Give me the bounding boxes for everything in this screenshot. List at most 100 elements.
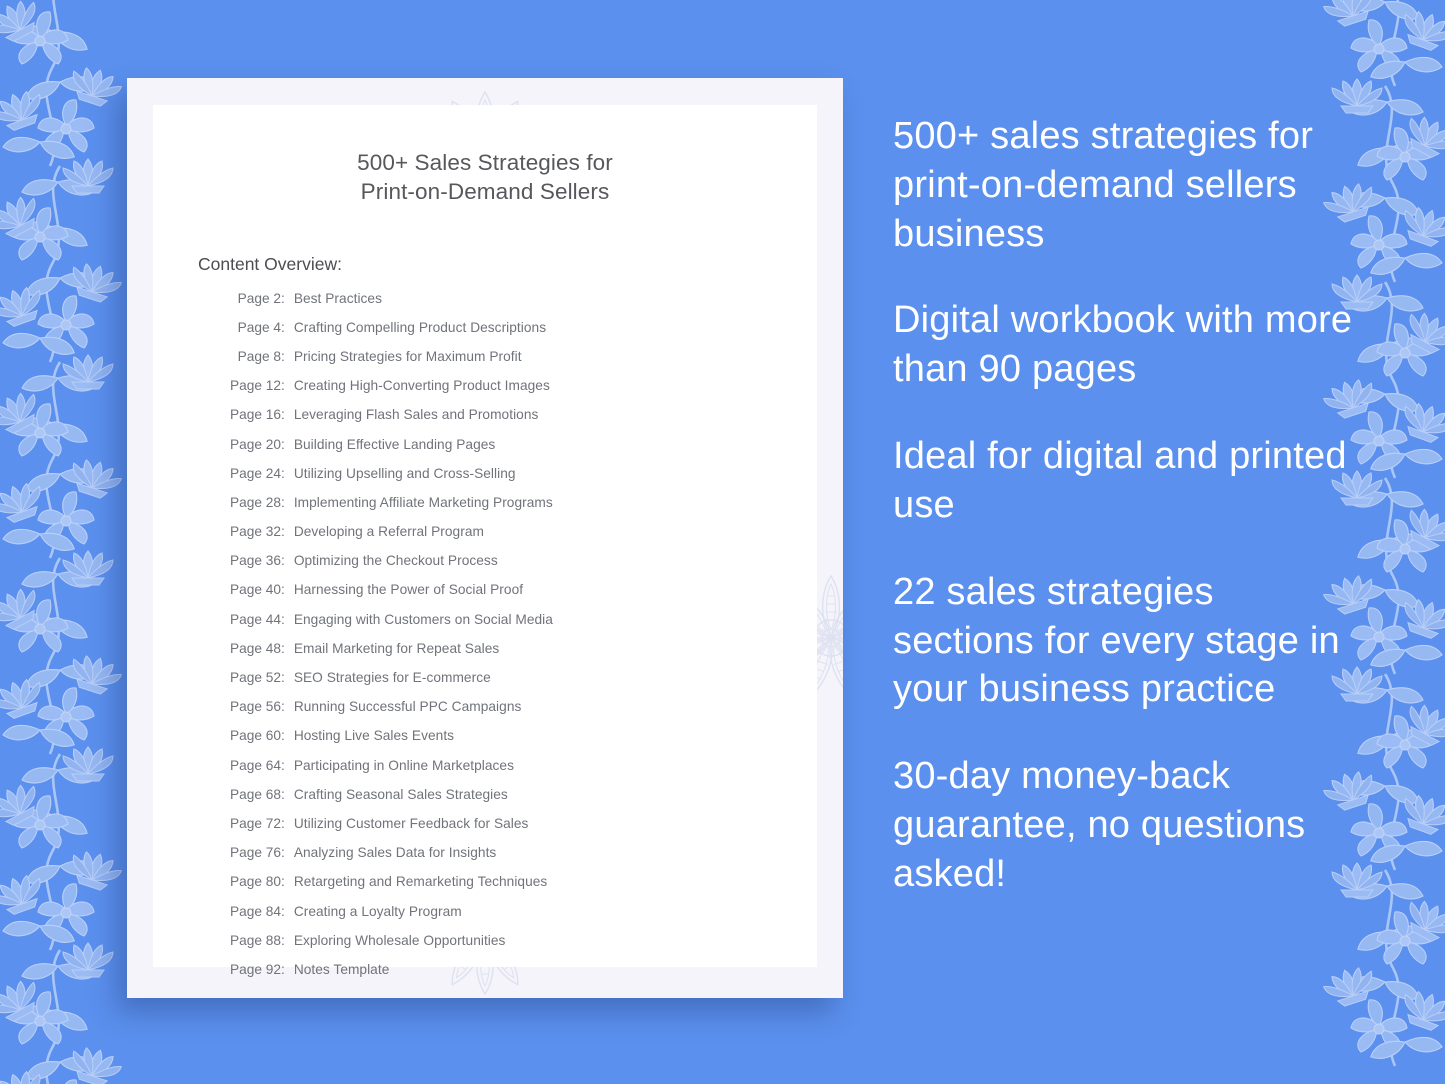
promo-feature-text: Ideal for digital and printed use — [893, 435, 1347, 526]
toc-entry: Page 76: Analyzing Sales Data for Insight… — [222, 845, 817, 874]
toc-entry-title: Leveraging Flash Sales and Promotions — [293, 407, 539, 423]
card-border: 500+ Sales Strategies for Print-on-Deman… — [127, 78, 843, 998]
toc-page-number: Page 48 — [230, 640, 281, 656]
toc-page-number: Page 8 — [237, 348, 281, 364]
toc-page-number: Page 32 — [230, 524, 281, 540]
toc-page-number: Page 84 — [230, 903, 281, 919]
toc-separator: : — [281, 845, 285, 861]
toc-entry-title: Running Successful PPC Campaigns — [293, 699, 522, 715]
toc-page-number: Page 28 — [230, 494, 281, 510]
toc-entry: Page 44: Engaging with Customers on Socia… — [222, 612, 817, 641]
toc-entry-title: Participating in Online Marketplaces — [293, 757, 514, 773]
toc-separator: : — [281, 378, 285, 394]
toc-page-number: Page 44 — [230, 611, 281, 627]
toc-entry: Page 68: Crafting Seasonal Sales Strategi… — [222, 787, 817, 816]
toc-separator: : — [281, 611, 285, 627]
toc-entry: Page 2: Best Practices — [222, 291, 817, 320]
toc-page-number: Page 36 — [230, 553, 281, 569]
toc-entry-title: Optimizing the Checkout Process — [293, 553, 498, 569]
toc-separator: : — [281, 465, 285, 481]
product-card: 500+ Sales Strategies for Print-on-Deman… — [127, 78, 843, 998]
toc-entry: Page 88: Exploring Wholesale Opportunitie… — [222, 933, 817, 962]
toc-entry: Page 36: Optimizing the Checkout Process — [222, 553, 817, 582]
toc-entry-title: Engaging with Customers on Social Media — [293, 611, 553, 627]
toc-separator: : — [281, 699, 285, 715]
toc-separator: : — [281, 903, 285, 919]
toc-entry-title: Notes Template — [293, 961, 390, 977]
toc-entry: Page 56: Running Successful PPC Campaigns — [222, 699, 817, 728]
toc-separator: : — [281, 290, 285, 306]
toc-entry: Page 20: Building Effective Landing Pages — [222, 437, 817, 466]
toc-entry-title: Hosting Live Sales Events — [293, 728, 455, 744]
toc-entry-title: Utilizing Upselling and Cross-Selling — [293, 465, 516, 481]
toc-separator: : — [281, 582, 285, 598]
toc-separator: : — [281, 348, 285, 364]
toc-entry: Page 72: Utilizing Customer Feedback for … — [222, 816, 817, 845]
toc-entry-title: Best Practices — [293, 290, 382, 306]
toc-separator: : — [281, 815, 285, 831]
promo-feature-text: 500+ sales strategies for print-on-deman… — [893, 115, 1314, 255]
toc-entry: Page 48: Email Marketing for Repeat Sales — [222, 641, 817, 670]
toc-entry-title: Creating High-Converting Product Images — [293, 378, 550, 394]
toc-entry-title: Crafting Seasonal Sales Strategies — [293, 786, 508, 802]
page-title: 500+ Sales Strategies for Print-on-Deman… — [153, 149, 817, 207]
toc-entry-title: Crafting Compelling Product Descriptions — [293, 319, 547, 335]
toc-page-number: Page 52 — [230, 670, 281, 686]
toc-entry: Page 60: Hosting Live Sales Events — [222, 728, 817, 757]
toc-entry: Page 8: Pricing Strategies for Maximum Pr… — [222, 349, 817, 378]
toc-page-number: Page 88 — [230, 932, 281, 948]
toc-entry: Page 24: Utilizing Upselling and Cross-Se… — [222, 466, 817, 495]
left-floral-border — [0, 0, 130, 1084]
toc-entry: Page 32: Developing a Referral Program — [222, 524, 817, 553]
toc-entry-title: Utilizing Customer Feedback for Sales — [293, 815, 529, 831]
toc-page-number: Page 4 — [237, 319, 281, 335]
toc-page-number: Page 2 — [237, 290, 281, 306]
promo-feature-list: 500+ sales strategies for print-on-deman… — [893, 112, 1363, 899]
toc-page-number: Page 20 — [230, 436, 281, 452]
page-title-line-1: 500+ Sales Strategies for — [357, 150, 613, 175]
toc-entry-title: Building Effective Landing Pages — [293, 436, 496, 452]
toc-separator: : — [281, 932, 285, 948]
toc-separator: : — [281, 640, 285, 656]
toc-separator: : — [281, 553, 285, 569]
toc-entry: Page 40: Harnessing the Power of Social P… — [222, 582, 817, 611]
toc-page-number: Page 68 — [230, 786, 281, 802]
toc-entry: Page 4: Crafting Compelling Product Descr… — [222, 320, 817, 349]
toc-entry-title: Analyzing Sales Data for Insights — [293, 845, 497, 861]
toc-entry-title: Email Marketing for Repeat Sales — [293, 640, 500, 656]
toc-separator: : — [281, 494, 285, 510]
toc-entry-title: Developing a Referral Program — [293, 524, 484, 540]
toc-page-number: Page 56 — [230, 699, 281, 715]
toc-separator: : — [281, 407, 285, 423]
toc-entry: Page 28: Implementing Affiliate Marketing… — [222, 495, 817, 524]
toc-page-number: Page 40 — [230, 582, 281, 598]
content-overview-label: Content Overview: — [198, 253, 342, 274]
toc-entry-title: Creating a Loyalty Program — [293, 903, 462, 919]
promo-feature-text: 22 sales strategies sections for every s… — [893, 570, 1340, 711]
toc-entry-title: Implementing Affiliate Marketing Program… — [293, 494, 553, 510]
toc-page-number: Page 60 — [230, 728, 281, 744]
toc-entry: Page 12: Creating High-Converting Product… — [222, 378, 817, 407]
toc-entry-title: SEO Strategies for E-commerce — [293, 670, 491, 686]
toc-entry: Page 64: Participating in Online Marketpl… — [222, 758, 817, 787]
toc-separator: : — [281, 874, 285, 890]
toc-page-number: Page 72 — [230, 815, 281, 831]
promo-feature-text: Digital workbook with more than 90 pages — [893, 299, 1353, 391]
toc-page-number: Page 24 — [230, 465, 281, 481]
toc-page-number: Page 16 — [230, 407, 281, 423]
toc-page-number: Page 80 — [230, 874, 281, 890]
floral-vine-icon — [0, 0, 130, 1084]
page-title-line-2: Print-on-Demand Sellers — [360, 178, 610, 204]
toc-separator: : — [281, 757, 285, 773]
toc-page-number: Page 12 — [230, 378, 281, 394]
toc-entry: Page 92: Notes Template — [222, 962, 817, 991]
toc-entry-title: Pricing Strategies for Maximum Profit — [293, 348, 522, 364]
toc-separator: : — [281, 786, 285, 802]
table-of-contents: Page 2: Best Practices Page 4: Crafting Com… — [222, 291, 817, 992]
toc-page-number: Page 64 — [230, 757, 281, 773]
toc-entry-title: Exploring Wholesale Opportunities — [293, 932, 506, 948]
toc-entry: Page 52: SEO Strategies for E-commerce — [222, 670, 817, 699]
toc-entry: Page 16: Leveraging Flash Sales and Promo… — [222, 407, 817, 436]
toc-separator: : — [281, 961, 285, 977]
toc-entry: Page 84: Creating a Loyalty Program — [222, 904, 817, 933]
